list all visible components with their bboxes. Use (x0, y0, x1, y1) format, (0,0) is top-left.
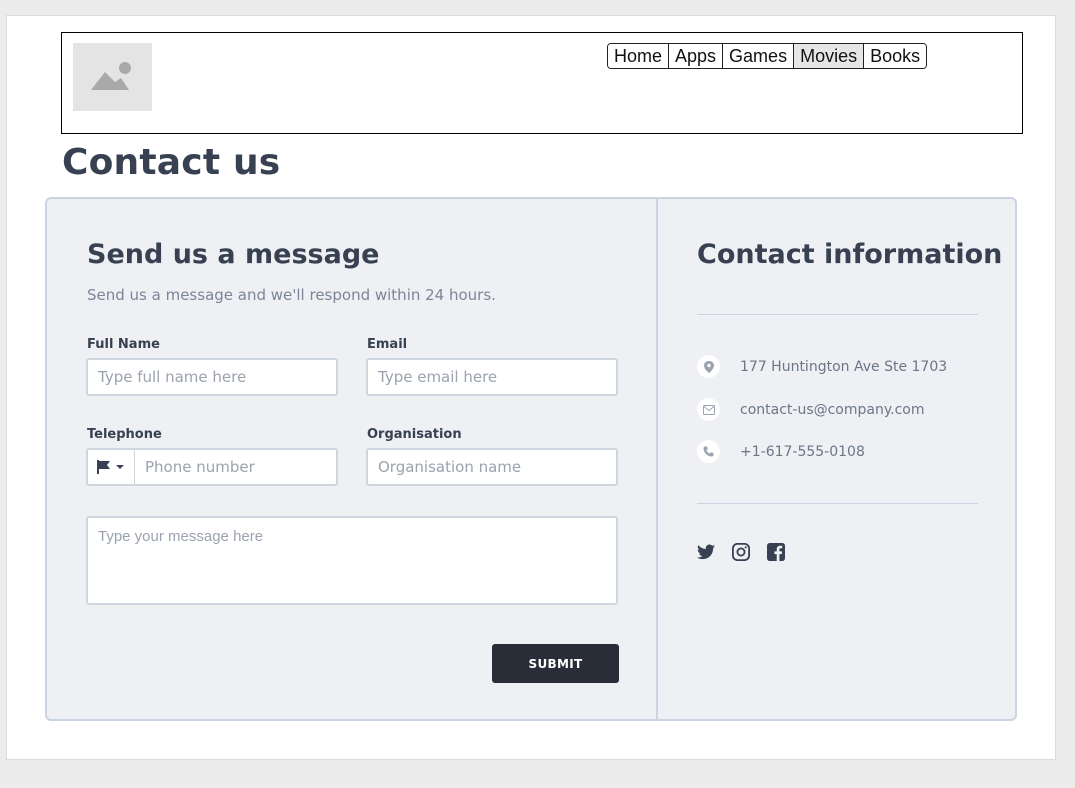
contact-divider-top (697, 314, 978, 315)
main-nav: Home Apps Games Movies Books (607, 43, 928, 69)
page-title: Contact us (62, 142, 281, 183)
location-pin-icon (697, 355, 720, 378)
form-subtitle: Send us a message and we'll respond with… (87, 286, 496, 304)
form-title: Send us a message (87, 239, 380, 270)
contact-divider-bottom (697, 503, 978, 504)
country-selector[interactable] (96, 450, 135, 484)
nav-item-books[interactable]: Books (863, 44, 927, 68)
telephone-placeholder: Phone number (145, 458, 255, 476)
contact-info-title: Contact information (697, 239, 1003, 270)
phone-row: +1-617-555-0108 (697, 440, 865, 463)
social-links (697, 543, 785, 561)
organisation-placeholder: Organisation name (378, 458, 522, 476)
column-divider (656, 199, 658, 719)
site-header: Home Apps Games Movies Books (61, 32, 1023, 134)
email-label: Email (367, 337, 408, 352)
organisation-label: Organisation (367, 427, 462, 442)
organisation-input[interactable]: Organisation name (366, 448, 618, 486)
email-placeholder: Type email here (378, 368, 498, 386)
nav-item-home[interactable]: Home (608, 44, 669, 68)
twitter-icon[interactable] (697, 544, 715, 560)
full-name-placeholder: Type full name here (98, 368, 247, 386)
telephone-input[interactable]: Phone number (86, 448, 338, 486)
image-icon (90, 62, 131, 90)
nav-item-games[interactable]: Games (722, 44, 794, 68)
chevron-down-icon (116, 465, 124, 469)
message-textarea[interactable]: Type your message here (86, 516, 618, 605)
instagram-icon[interactable] (732, 543, 750, 561)
facebook-icon[interactable] (767, 543, 785, 561)
full-name-label: Full Name (87, 337, 160, 352)
logo-image-placeholder (73, 43, 152, 111)
email-text[interactable]: contact-us@company.com (740, 402, 925, 418)
address-row: 177 Huntington Ave Ste 1703 (697, 355, 947, 378)
mail-icon (697, 398, 720, 421)
phone-text[interactable]: +1-617-555-0108 (740, 444, 865, 460)
submit-button[interactable]: SUBMIT (492, 644, 619, 683)
email-row: contact-us@company.com (697, 398, 925, 421)
contact-card: Send us a message Send us a message and … (45, 197, 1017, 721)
telephone-label: Telephone (87, 427, 162, 442)
nav-item-movies[interactable]: Movies (793, 44, 864, 68)
message-placeholder: Type your message here (98, 528, 264, 545)
address-text: 177 Huntington Ave Ste 1703 (740, 358, 948, 375)
email-input[interactable]: Type email here (366, 358, 618, 396)
nav-item-apps[interactable]: Apps (668, 44, 723, 68)
full-name-input[interactable]: Type full name here (86, 358, 338, 396)
phone-icon (697, 440, 720, 463)
flag-icon (97, 460, 110, 474)
